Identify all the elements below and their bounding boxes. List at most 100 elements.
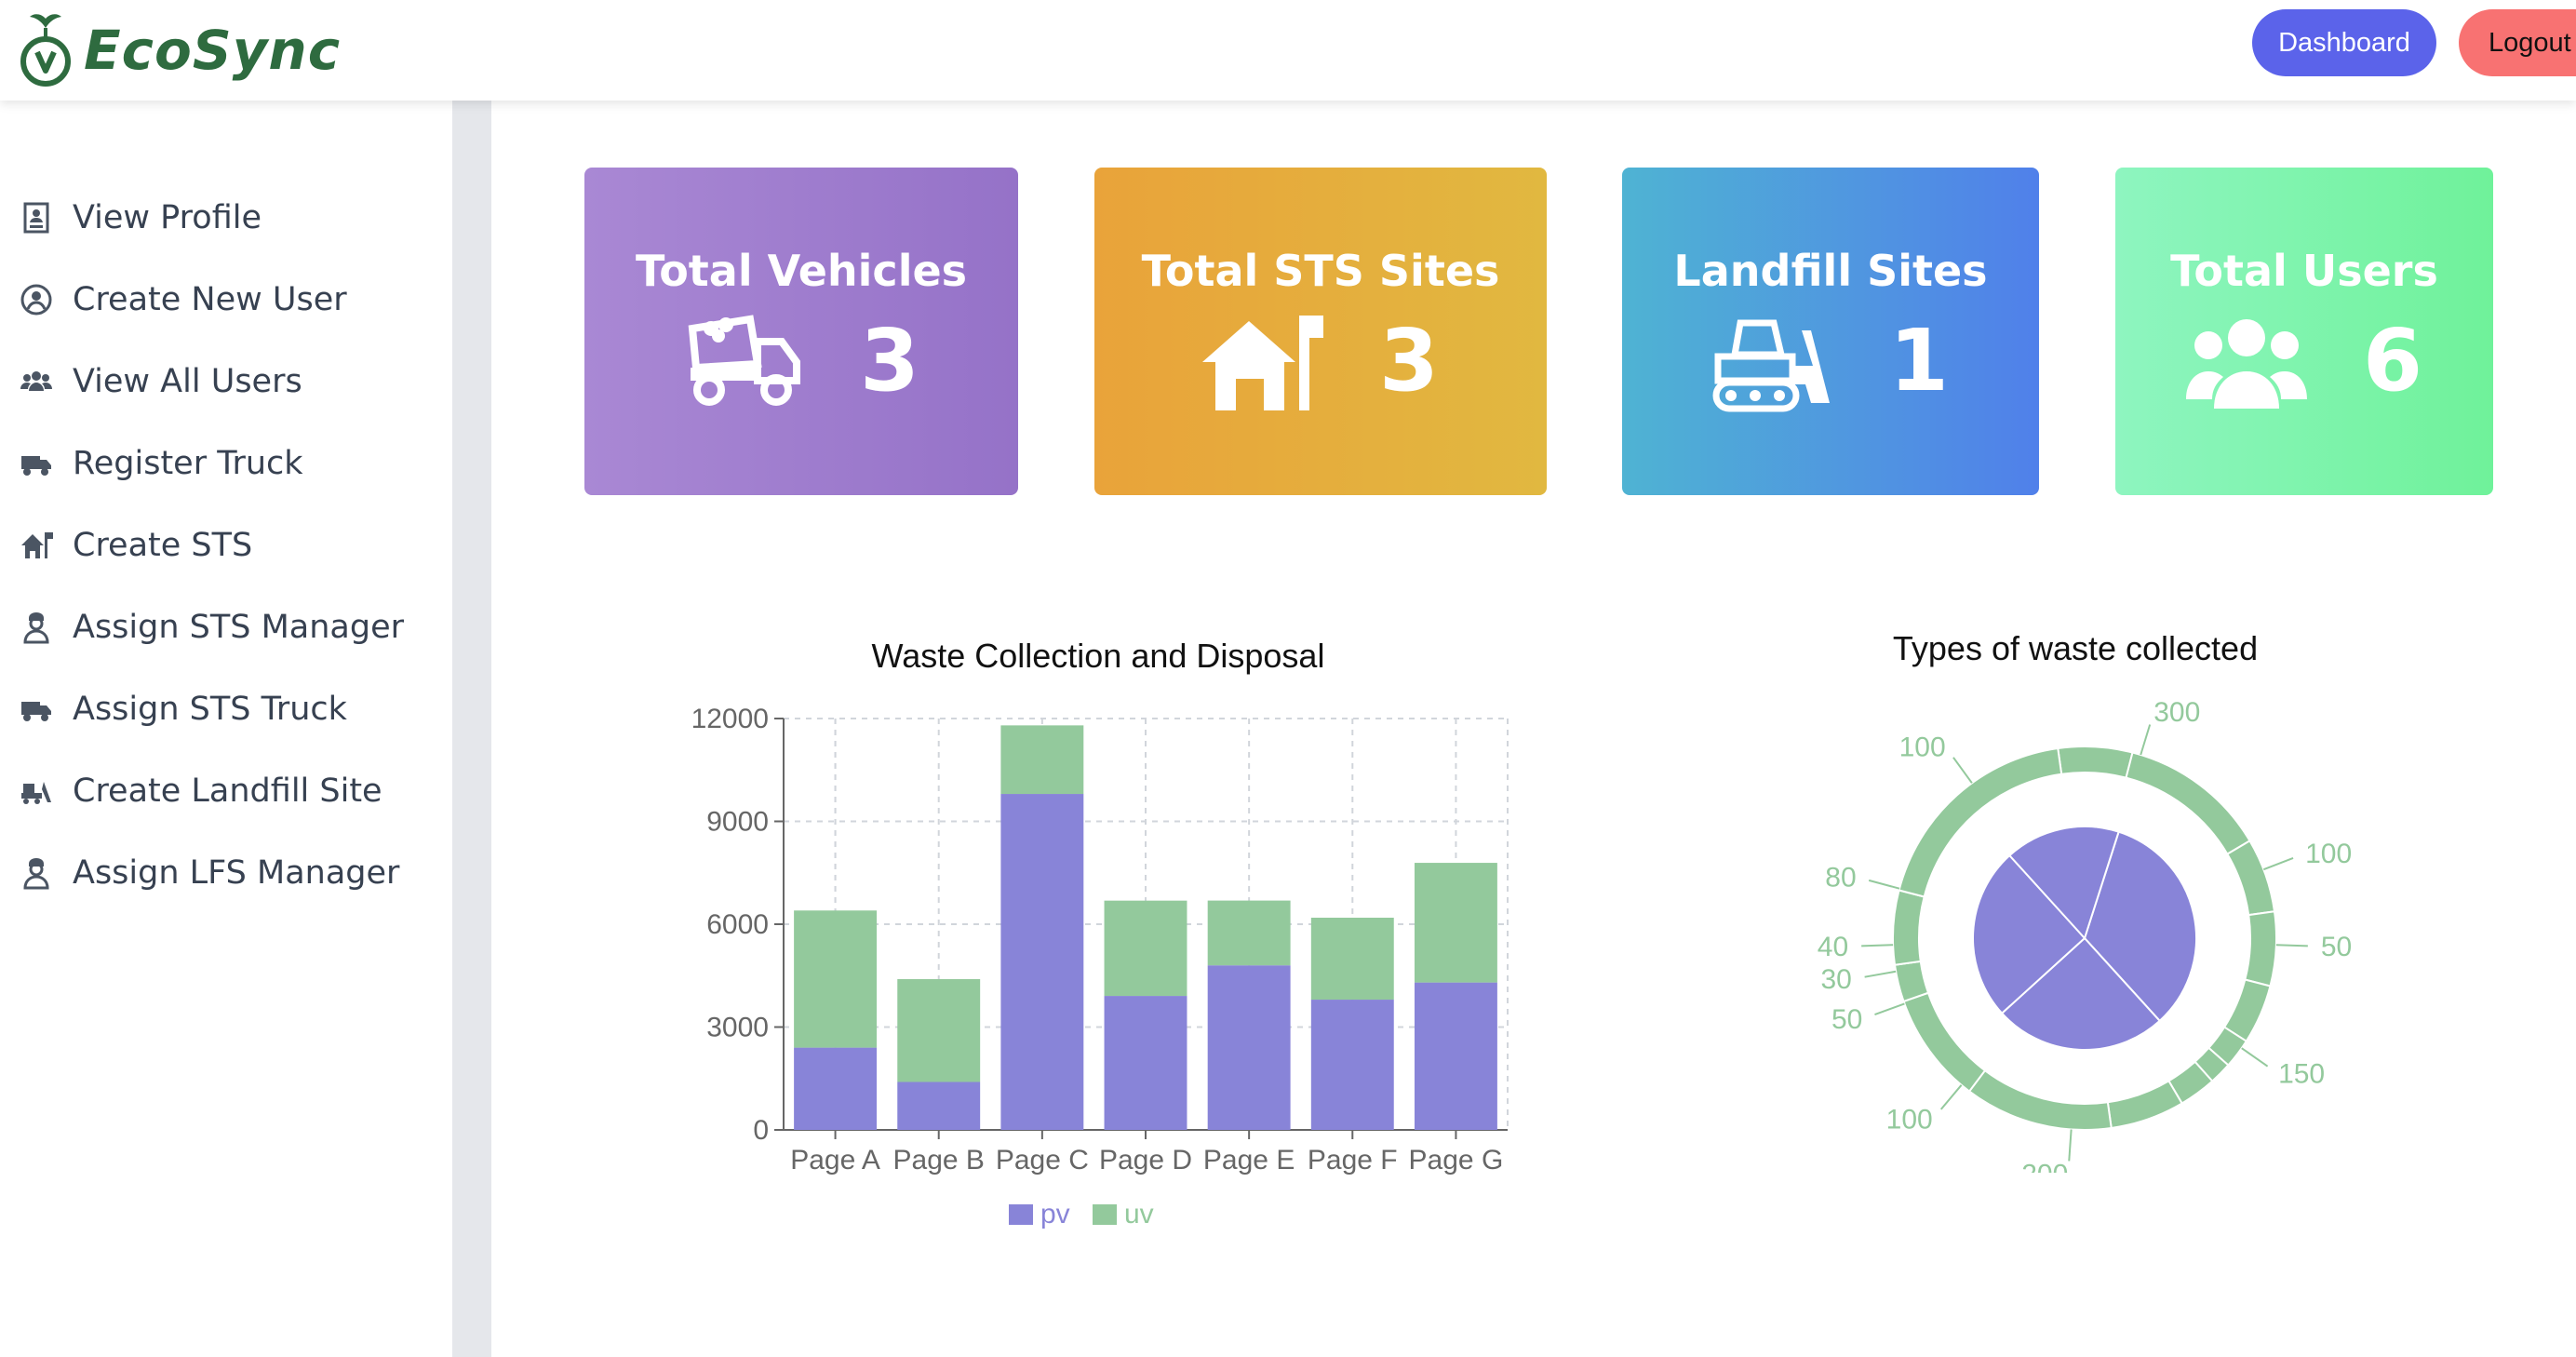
sidebar-item-label: Create Landfill Site [73,773,382,810]
sidebar-item-label: View All Users [73,363,302,400]
sidebar-item-create-sts[interactable]: Create STS [19,516,252,575]
card-value: 6 [2362,311,2422,410]
sidebar-item-label: Assign LFS Manager [73,854,400,892]
ring-slice [2225,840,2276,917]
chart-legend: pv uv [1009,1199,1154,1229]
dashboard-button[interactable]: Dashboard [2252,9,2436,76]
x-tick-label: Page B [893,1145,985,1176]
ring-slice [2057,746,2134,779]
sidebar-item-assign-sts-truck[interactable]: Assign STS Truck [19,679,347,739]
card-total-sts-sites: Total STS Sites 3 [1094,168,1547,495]
dump-truck-icon [683,310,804,412]
card-landfill-sites: Landfill Sites 1 [1622,168,2039,495]
sidebar-item-create-landfill-site[interactable]: Create Landfill Site [19,761,382,821]
inner-pie [1972,826,2197,1051]
truck-icon [19,692,54,727]
ring-slice [1902,991,1987,1093]
label-leader-line [2275,944,2308,947]
label-leader-line [2262,857,2294,871]
bar-uv [897,979,981,1082]
bar-pv [1104,996,1187,1130]
profile-card-icon [19,200,54,235]
sidebar-item-label: Assign STS Truck [73,691,347,728]
legend-swatch-uv [1093,1204,1117,1225]
card-total-users: Total Users 6 [2115,168,2493,495]
y-tick-label: 0 [753,1115,769,1146]
legend-label-uv: uv [1124,1199,1154,1229]
sidebar-item-assign-lfs-manager[interactable]: Assign LFS Manager [19,843,399,903]
ring-value-label: 200 [2021,1159,2068,1173]
bar-uv [1207,900,1291,966]
logout-button[interactable]: Logout [2459,9,2576,76]
label-leader-line [2068,1129,2073,1162]
house-flag-icon [19,528,54,563]
bar-pv [1207,965,1291,1130]
bar-uv [1104,900,1187,997]
sidebar-item-view-profile[interactable]: View Profile [19,188,262,248]
house-flag-icon [1201,310,1323,412]
legend-label-pv: pv [1040,1199,1070,1229]
bar-uv [1000,725,1084,795]
y-tick-label: 9000 [706,807,769,838]
bar-uv [1310,918,1394,1001]
card-title: Total STS Sites [1141,246,1500,296]
sidebar-item-label: Register Truck [73,445,303,482]
ring-value-label: 40 [1818,932,1848,962]
x-tick-label: Page E [1203,1145,1295,1176]
sidebar-item-register-truck[interactable]: Register Truck [19,434,303,493]
sidebar-divider [452,101,491,1357]
app-name: EcoSync [84,19,342,82]
sidebar-item-assign-sts-manager[interactable]: Assign STS Manager [19,598,404,657]
bar-pv [897,1082,981,1130]
sidebar-item-label: View Profile [73,199,262,236]
label-leader-line [1861,944,1894,947]
x-tick-label: Page C [996,1145,1089,1176]
sidebar-item-label: Create New User [73,281,347,318]
user-circle-icon [19,282,54,317]
ring-value-label: 30 [1820,964,1851,995]
x-tick-label: Page G [1409,1145,1504,1176]
app-logo[interactable]: EcoSync [17,6,341,95]
label-leader-line [1868,879,1900,890]
sidebar-item-view-all-users[interactable]: View All Users [19,352,302,411]
manager-icon [19,610,54,645]
ring-value-label: 150 [2278,1059,2325,1090]
legend-swatch-pv [1009,1204,1033,1225]
ring-slice [1892,889,1925,966]
bar-uv [794,910,878,1048]
users-icon [19,364,54,399]
ring-slice [2125,751,2251,855]
sidebar-item-label: Create STS [73,527,253,564]
truck-icon [19,446,54,481]
ring-value-label: 100 [1886,1105,1933,1135]
label-leader-line [1864,970,1897,978]
ring-slice [1893,960,1930,1003]
bar-pv [794,1047,878,1130]
sidebar-item-create-new-user[interactable]: Create New User [19,270,347,329]
bar-chart: 0 3000 6000 9000 12000 Page A Page B Page C Page… [691,704,1509,1229]
card-value: 3 [859,311,919,410]
x-tick-label: Page D [1099,1145,1192,1176]
card-value: 3 [1378,311,1439,410]
sidebar-item-label: Assign STS Manager [73,609,405,646]
y-tick-label: 6000 [706,909,769,940]
card-value: 1 [1888,311,1949,410]
bulldozer-icon [19,773,54,809]
card-total-vehicles: Total Vehicles 3 [584,168,1018,495]
bar-pv [1414,982,1497,1130]
card-title: Total Vehicles [635,246,968,296]
sidebar: View Profile Create New User View All Us… [0,101,452,1357]
ring-value-label: 50 [2321,932,2352,962]
label-leader-line [2140,724,2152,756]
ring-value-label: 100 [2305,839,2352,869]
bar-chart-title: Waste Collection and Disposal [871,637,1325,675]
label-leader-line [1874,1002,1905,1016]
bar-uv [1414,863,1497,983]
x-tick-label: Page A [790,1145,880,1176]
ring-value-label: 300 [2153,697,2200,728]
ring-slice [2106,1079,2183,1130]
ring-value-label: 50 [1831,1004,1862,1035]
ring-value-label: 80 [1825,862,1856,893]
label-leader-line [2241,1047,2269,1068]
label-leader-line [1939,1084,1963,1110]
